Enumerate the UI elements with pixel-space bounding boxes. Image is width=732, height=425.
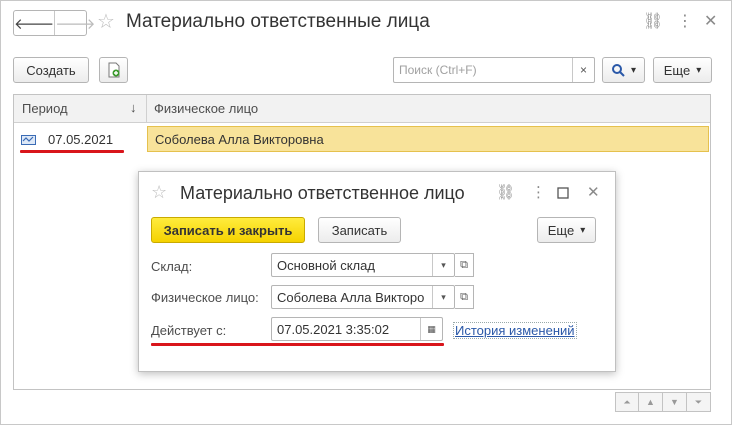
dialog-more-button[interactable]: Еще ▾ <box>537 217 596 243</box>
more-menu-icon[interactable]: ⋮ <box>677 13 693 31</box>
first-icon: ⏶ <box>623 396 631 407</box>
nav-group: 🡐 🡒 <box>13 10 95 36</box>
calendar-icon[interactable]: ▦ <box>420 318 442 340</box>
valid-from-label: Действует с: <box>151 323 227 338</box>
more-menu-icon[interactable]: ⋮ <box>531 184 546 202</box>
favorite-star-icon[interactable]: ☆ <box>97 11 115 33</box>
create-button-label: Создать <box>26 62 76 78</box>
search-placeholder: Поиск (Ctrl+F) <box>399 63 477 77</box>
arrow-left-icon: 🡐 <box>14 15 55 33</box>
record-dialog: ☆ Материально ответственное лицо ⛓ ⋮ ✕ З… <box>138 171 616 372</box>
person-value: Соболева Алла Викторо <box>277 290 425 305</box>
favorite-star-icon[interactable]: ☆ <box>151 181 167 203</box>
scroll-first-button[interactable]: ⏶ <box>615 392 639 412</box>
toolbar: Создать Поиск (Ctrl+F) × ▾ Еще ▾ <box>1 57 731 85</box>
table-header: Период ↓ Физическое лицо <box>14 95 710 123</box>
valid-from-field[interactable]: 07.05.2021 3:35:02 ▦ <box>271 317 443 341</box>
table-pager: ⏶ ▲ ▼ ⏷ <box>615 392 711 412</box>
period-record-icon <box>21 135 36 145</box>
save-and-close-button[interactable]: Записать и закрыть <box>151 217 305 243</box>
warehouse-field[interactable]: Основной склад ▾ <box>271 253 455 277</box>
chevron-down-icon[interactable]: ▾ <box>432 286 454 308</box>
cell-period: 07.05.2021 <box>48 132 114 147</box>
link-icon[interactable]: ⛓ <box>496 184 515 202</box>
main-window: 🡐 🡒 ☆ Материально ответственные лица ⛓ ⋮… <box>0 0 732 425</box>
cell-person[interactable]: Соболева Алла Викторовна <box>147 126 709 152</box>
column-divider <box>146 95 147 123</box>
scroll-down-button[interactable]: ▼ <box>663 392 687 412</box>
up-icon: ▲ <box>646 397 655 407</box>
window-title: Материально ответственные лица <box>126 11 430 32</box>
dialog-more-label: Еще <box>547 222 575 238</box>
chevron-down-icon: ▾ <box>630 64 637 76</box>
down-icon: ▼ <box>670 397 679 407</box>
chevron-down-icon[interactable]: ▾ <box>432 254 454 276</box>
open-person-button[interactable]: ⧉ <box>455 285 474 309</box>
maximize-icon[interactable] <box>557 186 569 204</box>
valid-from-value: 07.05.2021 3:35:02 <box>277 322 390 337</box>
column-header-period[interactable]: Период <box>22 101 68 116</box>
scroll-up-button[interactable]: ▲ <box>639 392 663 412</box>
back-button[interactable]: 🡐 <box>14 11 56 35</box>
red-underline-period <box>20 150 124 153</box>
warehouse-value: Основной склад <box>277 258 375 273</box>
column-header-person[interactable]: Физическое лицо <box>154 101 258 116</box>
red-underline-valid-from <box>151 343 444 346</box>
more-button-label: Еще <box>663 62 691 78</box>
chevron-down-icon: ▾ <box>696 64 702 76</box>
save-button[interactable]: Записать <box>318 217 401 243</box>
close-icon[interactable]: ✕ <box>587 184 600 202</box>
more-button[interactable]: Еще ▾ <box>653 57 712 83</box>
arrow-right-icon: 🡒 <box>55 15 96 33</box>
open-icon: ⧉ <box>460 258 468 271</box>
forward-button[interactable]: 🡒 <box>55 11 95 35</box>
person-field[interactable]: Соболева Алла Викторо ▾ <box>271 285 455 309</box>
close-icon[interactable]: ✕ <box>704 13 717 31</box>
save-label: Записать <box>331 222 388 238</box>
create-button[interactable]: Создать <box>13 57 89 83</box>
save-and-close-label: Записать и закрыть <box>163 222 293 238</box>
search-icon <box>611 64 625 77</box>
sort-down-icon: ↓ <box>130 100 137 115</box>
dialog-title: Материально ответственное лицо <box>180 183 465 203</box>
link-icon[interactable]: ⛓ <box>643 13 663 31</box>
search-input[interactable]: Поиск (Ctrl+F) × <box>393 57 595 83</box>
clear-search-icon[interactable]: × <box>572 58 594 82</box>
open-warehouse-button[interactable]: ⧉ <box>455 253 474 277</box>
table-row[interactable]: 07.05.2021 Соболева Алла Викторовна <box>14 125 710 153</box>
open-icon: ⧉ <box>460 290 468 303</box>
history-link[interactable]: История изменений <box>453 322 577 339</box>
chevron-down-icon: ▾ <box>580 224 586 236</box>
warehouse-label: Склад: <box>151 259 193 274</box>
search-button[interactable]: ▾ <box>602 57 645 83</box>
person-label: Физическое лицо: <box>151 290 259 305</box>
cell-person-text: Соболева Алла Викторовна <box>155 132 324 147</box>
last-icon: ⏷ <box>694 396 703 407</box>
create-copy-button[interactable] <box>99 57 128 83</box>
add-document-icon <box>108 62 119 78</box>
title-bar: 🡐 🡒 ☆ Материально ответственные лица ⛓ ⋮… <box>1 1 731 45</box>
scroll-last-button[interactable]: ⏷ <box>687 392 711 412</box>
